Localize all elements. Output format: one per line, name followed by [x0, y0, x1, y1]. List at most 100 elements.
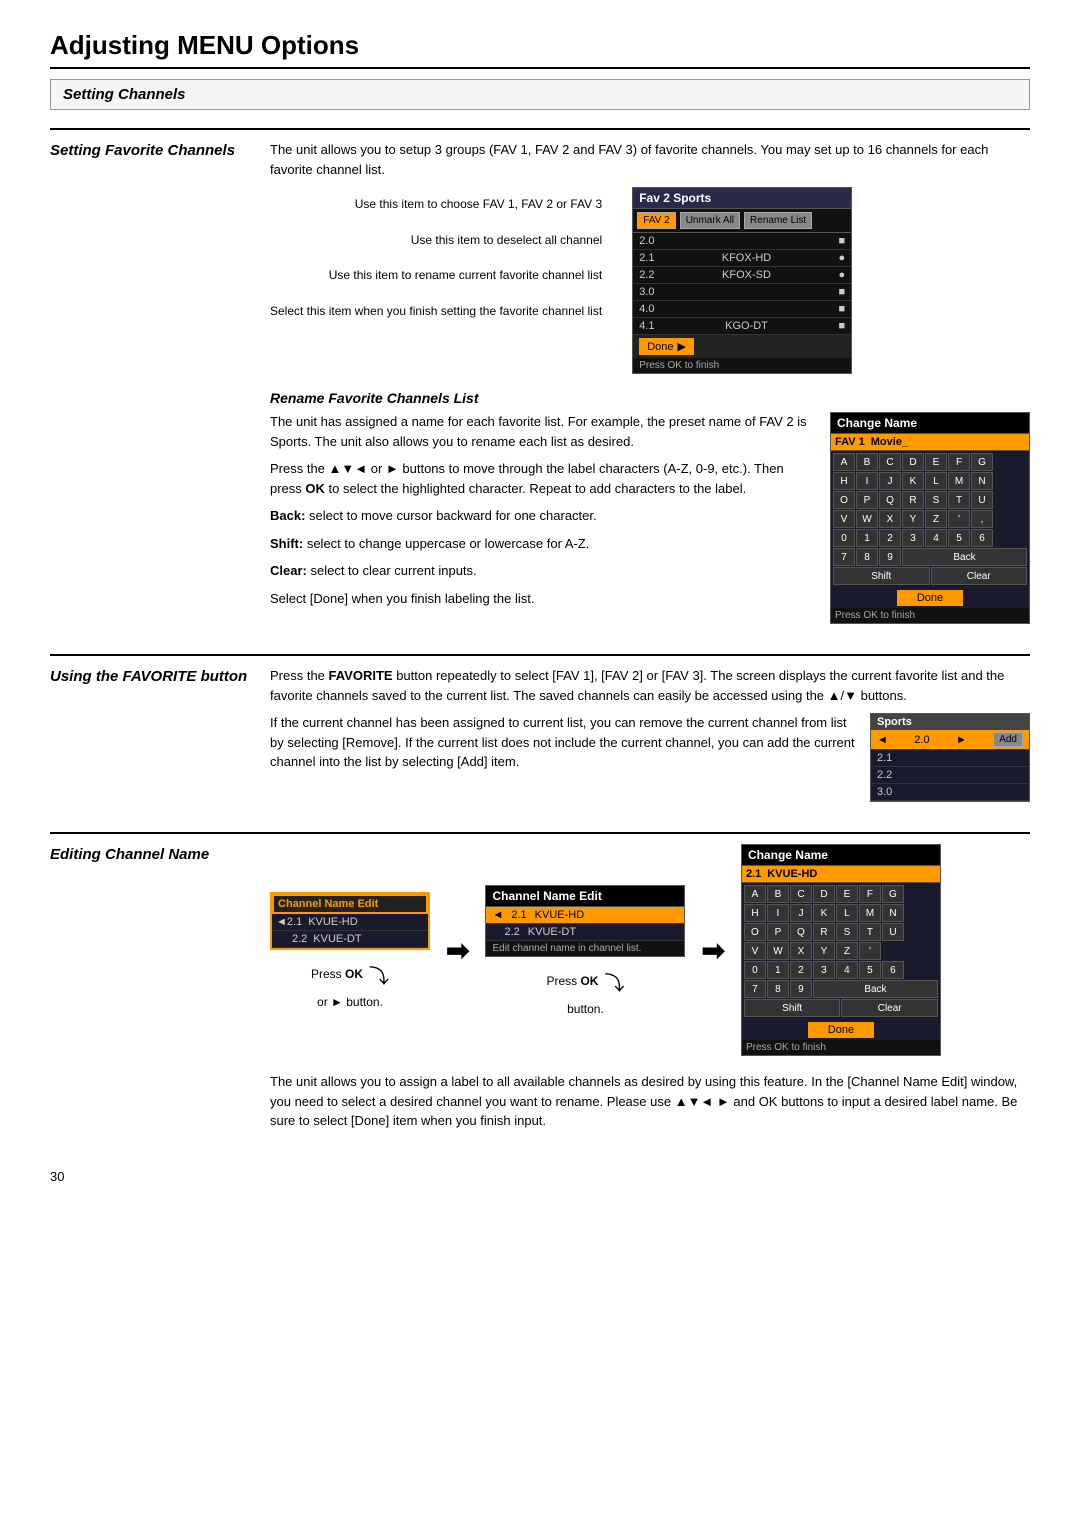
fav-done-row: Done ▶ [633, 335, 851, 358]
key-F[interactable]: F [948, 453, 970, 471]
cn2-key-Q[interactable]: Q [790, 923, 812, 941]
key-5[interactable]: 5 [948, 529, 970, 547]
cn2-done-button[interactable]: Done [808, 1022, 874, 1038]
cn2-key-Z[interactable]: Z [836, 942, 858, 960]
key-3[interactable]: 3 [902, 529, 924, 547]
cn2-key-M[interactable]: M [859, 904, 881, 922]
key-I[interactable]: I [856, 472, 878, 490]
key-G[interactable]: G [971, 453, 993, 471]
cn2-key-I[interactable]: I [767, 904, 789, 922]
key-O[interactable]: O [833, 491, 855, 509]
key-Q[interactable]: Q [879, 491, 901, 509]
fav-done-button[interactable]: Done ▶ [639, 338, 694, 355]
key-0[interactable]: 0 [833, 529, 855, 547]
key-L[interactable]: L [925, 472, 947, 490]
key-H[interactable]: H [833, 472, 855, 490]
sw-channel-30: 3.0 [877, 786, 892, 798]
cn2-key-5[interactable]: 5 [859, 961, 881, 979]
key-shift[interactable]: Shift [833, 567, 930, 585]
cn2-key-O[interactable]: O [744, 923, 766, 941]
cn2-key-4[interactable]: 4 [836, 961, 858, 979]
key-4[interactable]: 4 [925, 529, 947, 547]
cn2-key-U[interactable]: U [882, 923, 904, 941]
cn2-key-X[interactable]: X [790, 942, 812, 960]
key-1[interactable]: 1 [856, 529, 878, 547]
cn2-key-N[interactable]: N [882, 904, 904, 922]
cn2-key-V[interactable]: V [744, 942, 766, 960]
cn2-key-S[interactable]: S [836, 923, 858, 941]
key-9[interactable]: 9 [879, 548, 901, 566]
key-N[interactable]: N [971, 472, 993, 490]
key-C[interactable]: C [879, 453, 901, 471]
cn2-key-B[interactable]: B [767, 885, 789, 903]
fav-channel-row: 2.1KFOX-HD● [633, 250, 851, 267]
cn2-key-C[interactable]: C [790, 885, 812, 903]
key-K[interactable]: K [902, 472, 924, 490]
ews-row-1: ◄ 2.1KVUE-HD [272, 914, 428, 931]
key-A[interactable]: A [833, 453, 855, 471]
cn2-key-6[interactable]: 6 [882, 961, 904, 979]
cn2-key-P[interactable]: P [767, 923, 789, 941]
cn-val-2: KVUE-HD [767, 868, 817, 880]
key-B[interactable]: B [856, 453, 878, 471]
key-T[interactable]: T [948, 491, 970, 509]
editing-channel-section: Editing Channel Name Channel Name Edit ◄… [50, 832, 1030, 1139]
key-U[interactable]: U [971, 491, 993, 509]
key-back[interactable]: Back [902, 548, 1027, 566]
cn2-key-row-4: V W X Y Z ' [744, 942, 938, 960]
cn2-key-2[interactable]: 2 [790, 961, 812, 979]
rename-para-6: Select [Done] when you finish labeling t… [270, 589, 810, 609]
key-S[interactable]: S [925, 491, 947, 509]
key-clear[interactable]: Clear [931, 567, 1028, 585]
cn-key-row-3: O P Q R S T U [833, 491, 1027, 509]
key-6[interactable]: 6 [971, 529, 993, 547]
press-label-1: Press OK [311, 967, 363, 981]
cn2-key-W[interactable]: W [767, 942, 789, 960]
cn2-key-R[interactable]: R [813, 923, 835, 941]
cn2-key-apos[interactable]: ' [859, 942, 881, 960]
key-Z[interactable]: Z [925, 510, 947, 528]
cn2-key-3[interactable]: 3 [813, 961, 835, 979]
key-apos[interactable]: ' [948, 510, 970, 528]
cn2-key-F[interactable]: F [859, 885, 881, 903]
cn2-key-8[interactable]: 8 [767, 980, 789, 998]
cn2-key-K[interactable]: K [813, 904, 835, 922]
cn2-key-7[interactable]: 7 [744, 980, 766, 998]
cn2-key-1[interactable]: 1 [767, 961, 789, 979]
cn2-key-back[interactable]: Back [813, 980, 938, 998]
cn2-key-D[interactable]: D [813, 885, 835, 903]
key-J[interactable]: J [879, 472, 901, 490]
cn-footer: Press OK to finish [831, 608, 1029, 623]
key-7[interactable]: 7 [833, 548, 855, 566]
key-8[interactable]: 8 [856, 548, 878, 566]
key-M[interactable]: M [948, 472, 970, 490]
key-comma[interactable]: , [971, 510, 993, 528]
key-R[interactable]: R [902, 491, 924, 509]
key-X[interactable]: X [879, 510, 901, 528]
cn2-key-L[interactable]: L [836, 904, 858, 922]
cn2-key-E[interactable]: E [836, 885, 858, 903]
sw-add-button[interactable]: Add [993, 732, 1023, 747]
cn2-key-T[interactable]: T [859, 923, 881, 941]
rename-list-button[interactable]: Rename List [744, 212, 812, 229]
cn2-key-0[interactable]: 0 [744, 961, 766, 979]
cn2-key-H[interactable]: H [744, 904, 766, 922]
key-V[interactable]: V [833, 510, 855, 528]
key-P[interactable]: P [856, 491, 878, 509]
key-Y[interactable]: Y [902, 510, 924, 528]
key-D[interactable]: D [902, 453, 924, 471]
key-E[interactable]: E [925, 453, 947, 471]
cn-done-button[interactable]: Done [897, 590, 963, 606]
cn2-key-9[interactable]: 9 [790, 980, 812, 998]
key-W[interactable]: W [856, 510, 878, 528]
cn2-key-shift[interactable]: Shift [744, 999, 841, 1017]
cn2-key-G[interactable]: G [882, 885, 904, 903]
cn2-key-clear[interactable]: Clear [841, 999, 938, 1017]
cn2-key-J[interactable]: J [790, 904, 812, 922]
cn2-key-Y[interactable]: Y [813, 942, 835, 960]
unmark-all-button[interactable]: Unmark All [680, 212, 740, 229]
cn2-key-A[interactable]: A [744, 885, 766, 903]
fav2-button[interactable]: FAV 2 [637, 212, 676, 229]
fav-widget-title: Fav 2 Sports [633, 188, 851, 209]
key-2[interactable]: 2 [879, 529, 901, 547]
